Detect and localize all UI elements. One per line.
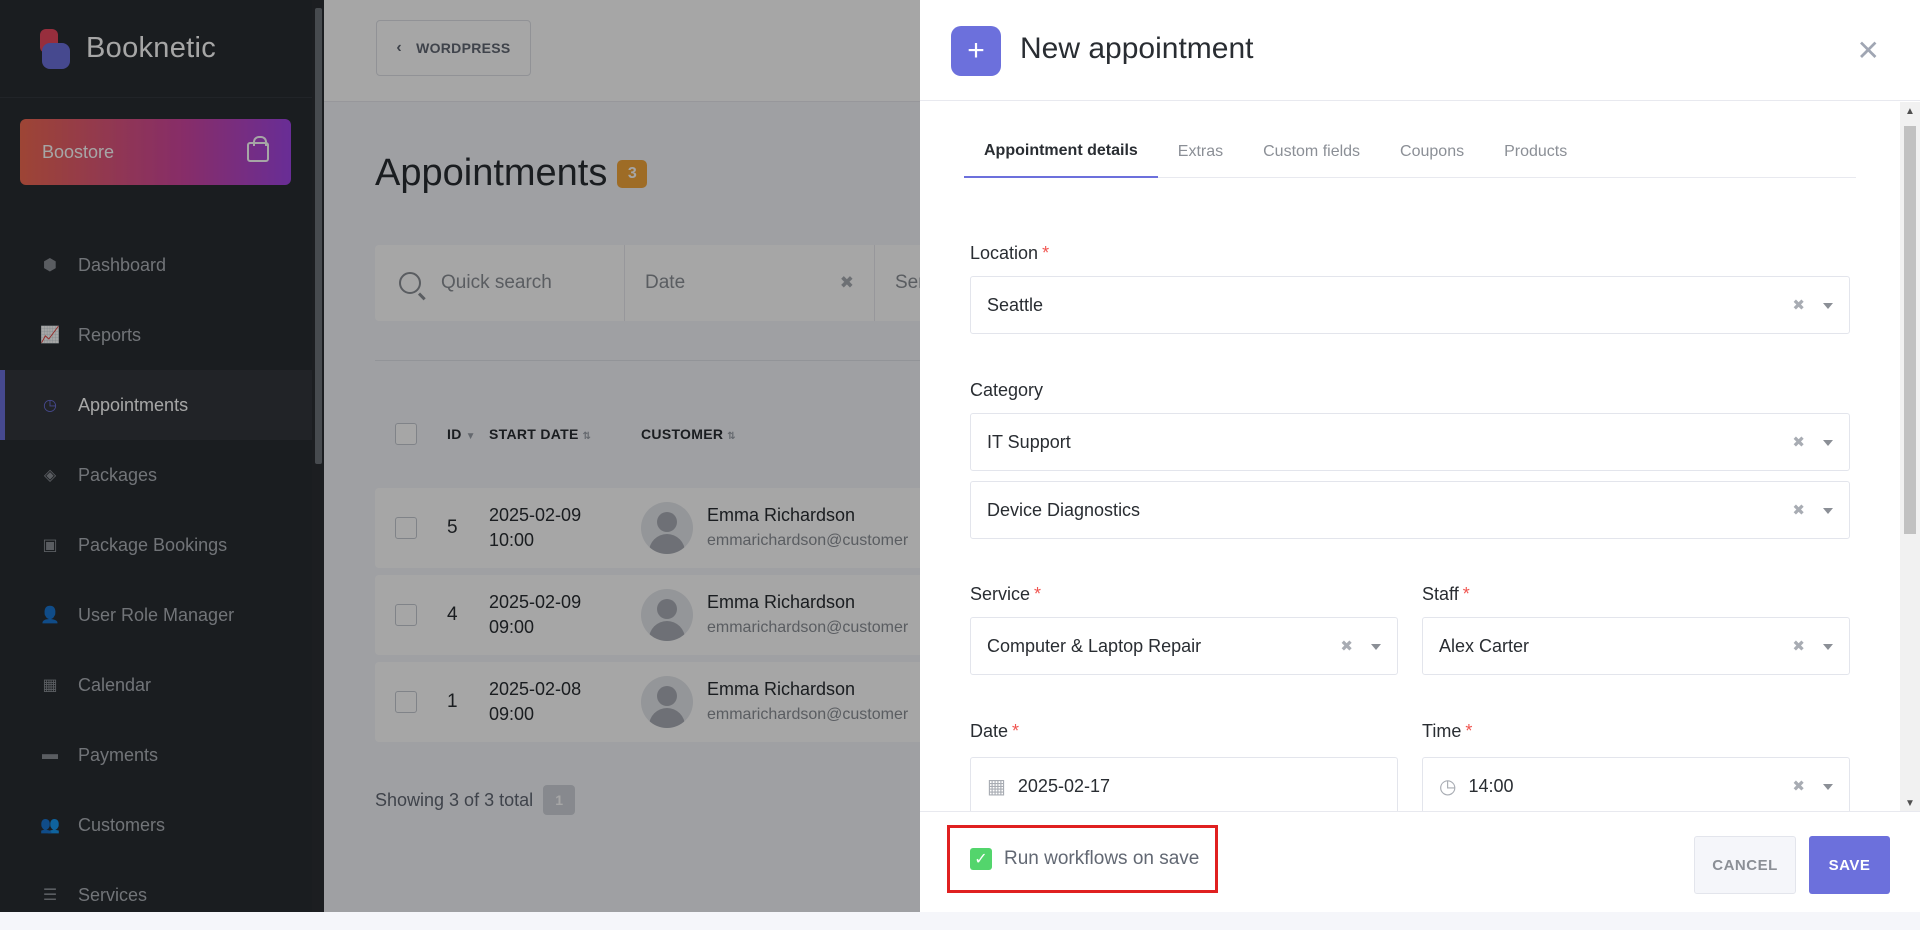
panel-footer: ✓ Run workflows on save CANCEL SAVE: [920, 811, 1920, 912]
chevron-down-icon: [1823, 303, 1833, 309]
clock-icon: ◷: [1439, 775, 1457, 798]
clear-icon[interactable]: ✖: [1340, 637, 1353, 655]
tab-bar: Appointment details Extras Custom fields Co…: [964, 126, 1856, 178]
run-workflows-checkbox[interactable]: ✓: [970, 848, 992, 870]
service-select[interactable]: Computer & Laptop Repair ✖: [970, 617, 1398, 675]
close-icon[interactable]: ✕: [1857, 34, 1880, 67]
tab-custom-fields[interactable]: Custom fields: [1243, 126, 1380, 178]
plus-icon: +: [951, 26, 1001, 76]
chevron-down-icon: [1371, 644, 1381, 650]
panel-header: + New appointment ✕: [920, 0, 1920, 101]
staff-label: Staff *: [1422, 584, 1470, 604]
service-label: Service *: [970, 584, 1042, 604]
tab-appointment-details[interactable]: Appointment details: [964, 126, 1158, 178]
time-select[interactable]: ◷ 14:00 ✖: [1422, 757, 1850, 811]
modal-backdrop[interactable]: [0, 0, 920, 912]
date-value: 2025-02-17: [1017, 775, 1110, 796]
clear-icon[interactable]: ✖: [1792, 501, 1805, 519]
panel-scrollbar-thumb[interactable]: [1904, 126, 1916, 534]
staff-select[interactable]: Alex Carter ✖: [1422, 617, 1850, 675]
time-label: Time *: [1422, 721, 1473, 741]
chevron-down-icon: [1823, 508, 1833, 514]
category-value: IT Support: [987, 431, 1071, 452]
tab-products[interactable]: Products: [1484, 126, 1587, 178]
tab-coupons[interactable]: Coupons: [1380, 126, 1484, 178]
time-value: 14:00: [1468, 775, 1514, 796]
scroll-up-icon[interactable]: ▲: [1905, 106, 1915, 117]
run-workflows-option[interactable]: ✓ Run workflows on save: [947, 825, 1218, 893]
panel-scrollbar[interactable]: ▲ ▼: [1900, 102, 1920, 811]
save-button[interactable]: SAVE: [1809, 836, 1890, 894]
cancel-button[interactable]: CANCEL: [1694, 836, 1796, 894]
run-workflows-label: Run workflows on save: [1004, 848, 1200, 869]
category-label: Category: [970, 380, 1044, 400]
subcategory-select[interactable]: Device Diagnostics ✖: [970, 481, 1850, 539]
panel-body: Appointment details Extras Custom fields Co…: [920, 102, 1900, 811]
staff-value: Alex Carter: [1439, 635, 1530, 656]
clear-icon[interactable]: ✖: [1792, 296, 1805, 314]
chevron-down-icon: [1823, 440, 1833, 446]
new-appointment-panel: + New appointment ✕ Appointment details E…: [920, 0, 1920, 912]
date-label: Date *: [970, 721, 1020, 741]
location-select[interactable]: Seattle ✖: [970, 276, 1850, 334]
scroll-down-icon[interactable]: ▼: [1905, 798, 1915, 809]
calendar-icon: ▦: [987, 775, 1006, 798]
chevron-down-icon: [1823, 784, 1833, 790]
location-value: Seattle: [987, 294, 1044, 315]
service-value: Computer & Laptop Repair: [987, 635, 1202, 656]
subcategory-value: Device Diagnostics: [987, 499, 1141, 520]
location-label: Location *: [970, 243, 1050, 263]
tab-extras[interactable]: Extras: [1158, 126, 1243, 178]
category-select[interactable]: IT Support ✖: [970, 413, 1850, 471]
chevron-down-icon: [1823, 644, 1833, 650]
date-input[interactable]: ▦ 2025-02-17: [970, 757, 1398, 811]
clear-icon[interactable]: ✖: [1792, 777, 1805, 795]
panel-title: New appointment: [1020, 32, 1254, 65]
clear-icon[interactable]: ✖: [1792, 637, 1805, 655]
clear-icon[interactable]: ✖: [1792, 433, 1805, 451]
